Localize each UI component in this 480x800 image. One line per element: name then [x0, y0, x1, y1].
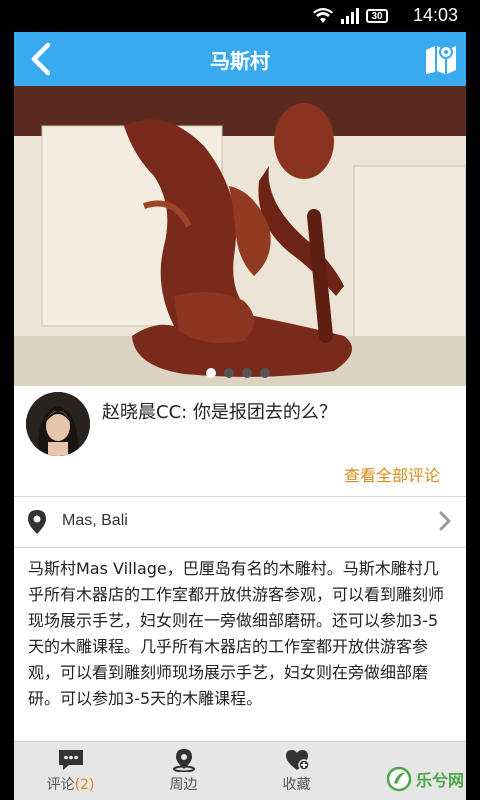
nearby-pin-icon — [172, 749, 195, 772]
avatar[interactable] — [26, 392, 90, 456]
tab-favorite-label: 收藏 — [282, 777, 311, 793]
carousel-dot[interactable] — [224, 368, 234, 378]
app-screen: 马斯村 赵晓晨CC: 你是报团去的么？ 查看全部评论 Mas, Bali 马斯村… — [14, 32, 466, 800]
carousel-dot[interactable] — [260, 368, 270, 378]
battery-icon: 30 — [366, 9, 388, 23]
tab-comments-text: 评论 — [46, 777, 75, 793]
status-time: 14:03 — [412, 5, 458, 25]
watermark-text: 乐兮网 — [415, 771, 464, 790]
watermark-logo-icon — [386, 766, 412, 792]
location-pin-icon — [28, 510, 46, 534]
wood-sculpture-image — [14, 86, 466, 386]
top-bar: 马斯村 — [14, 32, 466, 86]
carousel-dot[interactable] — [206, 368, 216, 378]
comment-count: (2) — [74, 777, 95, 793]
comment-bubble-icon — [58, 750, 83, 770]
carousel-indicator — [206, 368, 270, 378]
status-icons: 30 — [312, 8, 388, 24]
hero-carousel[interactable] — [14, 86, 466, 386]
page-title: 马斯村 — [210, 48, 270, 73]
location-address: Mas, Bali — [62, 512, 128, 529]
tab-favorite[interactable]: 收藏 — [240, 742, 353, 800]
signal-icon — [341, 8, 359, 24]
back-arrow-icon[interactable] — [24, 41, 60, 77]
carousel-dot[interactable] — [242, 368, 252, 378]
chevron-right-icon — [439, 511, 451, 531]
comment-section: 赵晓晨CC: 你是报团去的么？ 查看全部评论 — [14, 386, 466, 497]
user-photo — [26, 392, 90, 456]
tab-comments[interactable]: 评论(2) — [14, 742, 127, 800]
description-text: 马斯村Mas Village，巴厘岛有名的木雕村。马斯木雕村几乎所有木器店的工作… — [28, 559, 445, 708]
tab-nearby[interactable]: 周边 — [127, 742, 240, 800]
comment-text: 赵晓晨CC: 你是报团去的么？ — [102, 402, 337, 423]
tab-nearby-label: 周边 — [169, 777, 198, 793]
watermark: 乐兮网 — [386, 766, 464, 792]
tab-comments-label: 评论(2) — [14, 774, 127, 794]
status-bar: 30 14:03 — [0, 0, 480, 32]
wifi-icon — [313, 8, 333, 23]
heart-add-icon — [285, 750, 310, 771]
view-all-comments-link[interactable]: 查看全部评论 — [344, 462, 440, 486]
location-row[interactable]: Mas, Bali — [14, 497, 466, 548]
map-icon[interactable] — [424, 42, 458, 76]
